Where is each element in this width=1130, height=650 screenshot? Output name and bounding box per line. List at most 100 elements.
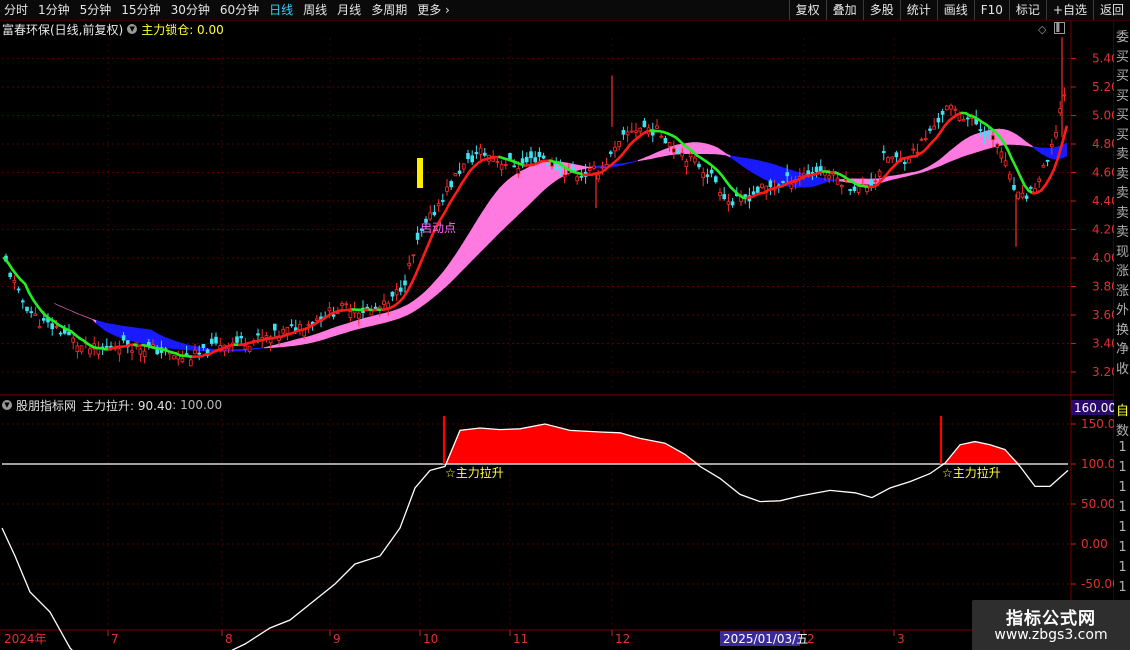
candle-body (16, 288, 21, 291)
candle-body (659, 135, 663, 138)
candle-body (781, 181, 785, 183)
trend-band-segment (180, 342, 185, 350)
trend-band-segment (818, 177, 824, 186)
cursor-date: 2025/01/03/五 (723, 632, 808, 646)
trend-band-segment (717, 147, 723, 155)
candle-body (869, 180, 873, 187)
candle-body (840, 185, 844, 188)
trend-band-segment (839, 178, 845, 183)
trend-band-segment (814, 176, 820, 187)
trend-band-segment (1007, 129, 1013, 145)
candle-body (672, 148, 676, 153)
candle-body (907, 158, 911, 164)
trend-band-segment (1015, 133, 1021, 146)
trend-band-segment (616, 163, 622, 167)
candle-body (814, 166, 819, 173)
candle-body (201, 344, 206, 348)
trend-band-segment (931, 161, 937, 170)
trend-band-segment (343, 322, 349, 334)
trend-band-segment (751, 158, 757, 175)
candle-body (491, 158, 495, 162)
trend-band-segment (58, 305, 63, 308)
candle-body (449, 181, 453, 188)
candle-body (676, 150, 680, 155)
candle-body (8, 272, 13, 277)
trend-band-segment (658, 149, 664, 158)
candle-body (243, 345, 248, 350)
candle-body (642, 120, 647, 128)
trend-band-segment (637, 158, 643, 162)
trend-band-segment (129, 326, 135, 343)
candle-body (726, 201, 731, 205)
candle-body (457, 170, 462, 174)
trend-band-segment (759, 160, 765, 180)
candle-body (88, 348, 92, 355)
candle-body (75, 345, 80, 352)
candle-body (886, 157, 890, 163)
side-strip-char: 卖 (1115, 205, 1129, 221)
indicator-tick-label: 50.00 (1081, 497, 1115, 511)
trend-band-segment (755, 159, 761, 178)
candle-body (142, 350, 147, 358)
candle-body (411, 254, 416, 257)
candle-body (390, 291, 395, 297)
indicator-tick-label: 100.0 (1081, 457, 1115, 471)
candle-body (991, 135, 995, 141)
candle-body (730, 201, 735, 206)
indicator-tick-label: 150.0 (1081, 417, 1115, 431)
side-strip-char: 委 (1115, 30, 1129, 45)
candle-body (482, 152, 487, 156)
candle-body (138, 348, 143, 355)
trend-band-segment (730, 155, 736, 161)
candle-body (760, 183, 764, 189)
diamond-icon[interactable]: ◇ (1038, 23, 1046, 36)
candle-body (12, 280, 17, 283)
signal-label: ☆主力拉升 (942, 465, 1001, 480)
candle-body (155, 349, 160, 355)
trend-band-segment (511, 173, 517, 222)
trend-band-segment (432, 278, 437, 299)
trend-band-segment (915, 170, 920, 175)
chart-canvas[interactable]: 5.405.205.004.804.604.404.204.003.803.60… (0, 0, 1130, 650)
candle-body (130, 350, 134, 353)
trend-band-segment (923, 166, 929, 173)
panel-toggle-icon[interactable]: ▌ (1054, 22, 1065, 34)
sub-strip-char: 1 (1118, 480, 1127, 495)
indicator-top-value: 160.00 (1074, 401, 1116, 415)
candle-body (558, 167, 563, 171)
candle-body (306, 323, 311, 326)
side-strip-char: 卖 (1115, 147, 1129, 162)
candle-body (466, 153, 470, 160)
candle-body (915, 151, 920, 154)
candle-body (978, 129, 983, 131)
signal-label: ☆主力拉升 (445, 465, 504, 480)
start-point-bar (417, 158, 423, 188)
trend-band-segment (499, 183, 505, 234)
trend-band-segment (957, 141, 962, 159)
month-label: 7 (111, 632, 119, 646)
ma-line-segment (422, 243, 430, 257)
candle-body (856, 186, 861, 193)
candle-body (613, 146, 617, 152)
candle-body (663, 137, 668, 144)
candle-body (239, 335, 244, 339)
trend-band-segment (646, 155, 652, 160)
candle-body (1020, 192, 1025, 198)
indicator-tick-label: 0.00 (1081, 537, 1108, 551)
candle-body (953, 108, 957, 111)
side-strip-char: 卖 (1115, 166, 1129, 182)
trend-band-segment (965, 136, 971, 156)
trend-band-segment (142, 328, 148, 345)
trend-band-segment (1032, 146, 1038, 152)
candle-body (722, 194, 726, 200)
candle-body (949, 104, 953, 110)
trend-band-segment (75, 312, 80, 315)
candle-body (667, 142, 672, 147)
side-strip-char: 现 (1115, 244, 1129, 260)
candle-body (1054, 132, 1058, 138)
candle-body (600, 166, 605, 169)
sub-strip-char: 1 (1118, 540, 1127, 555)
trend-band-segment (457, 244, 463, 276)
trend-band-segment (528, 164, 534, 206)
side-strip-char: 买 (1115, 127, 1129, 143)
